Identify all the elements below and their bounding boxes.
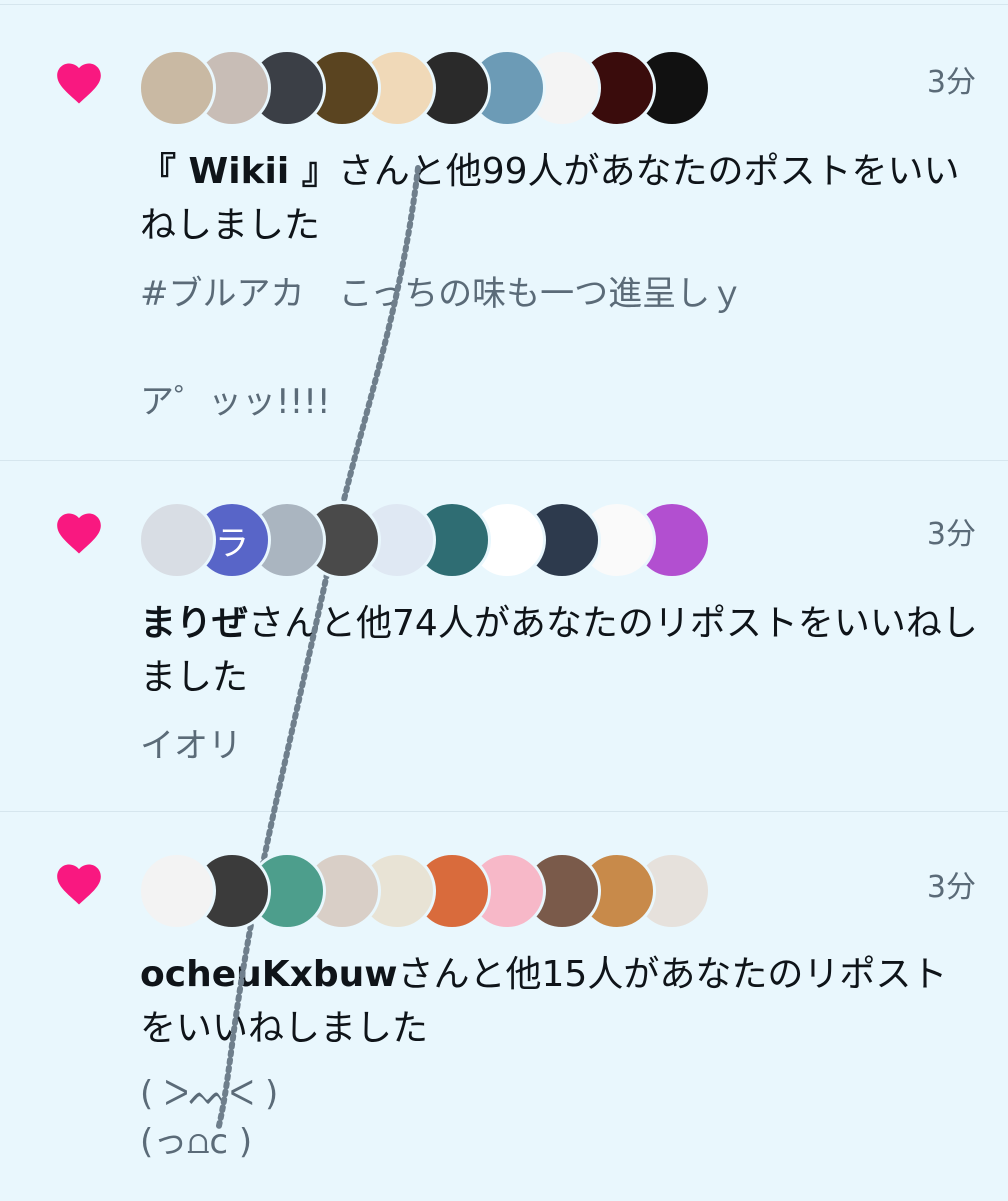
user-name[interactable]: 『 Wikii 』 <box>140 151 338 192</box>
timestamp: 3分 <box>926 65 976 100</box>
notification-item-2[interactable]: ラ 3分 まりぜさんと他74人があなたのリポストをいいねしました イオリ <box>0 460 1008 811</box>
timestamp: 3分 <box>926 870 976 905</box>
timestamp: 3分 <box>926 517 976 552</box>
notification-summary[interactable]: ocheuKxbuwさんと他15人があなたのリポストをいいねしました <box>140 948 980 1056</box>
post-snippet[interactable]: イオリ <box>140 719 980 773</box>
post-snippet[interactable]: #ブルアカ こっちの味も一つ進呈しｙ ア゜ッッ!!!! <box>140 267 980 429</box>
notification-summary[interactable]: 『 Wikii 』さんと他99人があなたのポストをいいねしました <box>140 145 980 253</box>
heart-icon <box>52 507 106 555</box>
heart-icon <box>52 858 106 906</box>
user-name[interactable]: まりぜ <box>140 603 248 644</box>
avatar[interactable] <box>138 501 216 579</box>
avatar[interactable] <box>138 49 216 127</box>
notification-item-1[interactable]: 3分 『 Wikii 』さんと他99人があなたのポストをいいねしました #ブルア… <box>0 4 1008 460</box>
post-snippet[interactable]: ( ᐳᨓᐸ ) (っ⩍c ) <box>140 1070 980 1166</box>
avatar[interactable] <box>138 852 216 930</box>
user-name[interactable]: ocheuKxbuw <box>140 954 398 995</box>
notification-item-3[interactable]: 3分 ocheuKxbuwさんと他15人があなたのリポストをいいねしました ( … <box>0 811 1008 1201</box>
heart-icon <box>52 57 106 105</box>
notification-summary[interactable]: まりぜさんと他74人があなたのリポストをいいねしました <box>140 597 980 705</box>
